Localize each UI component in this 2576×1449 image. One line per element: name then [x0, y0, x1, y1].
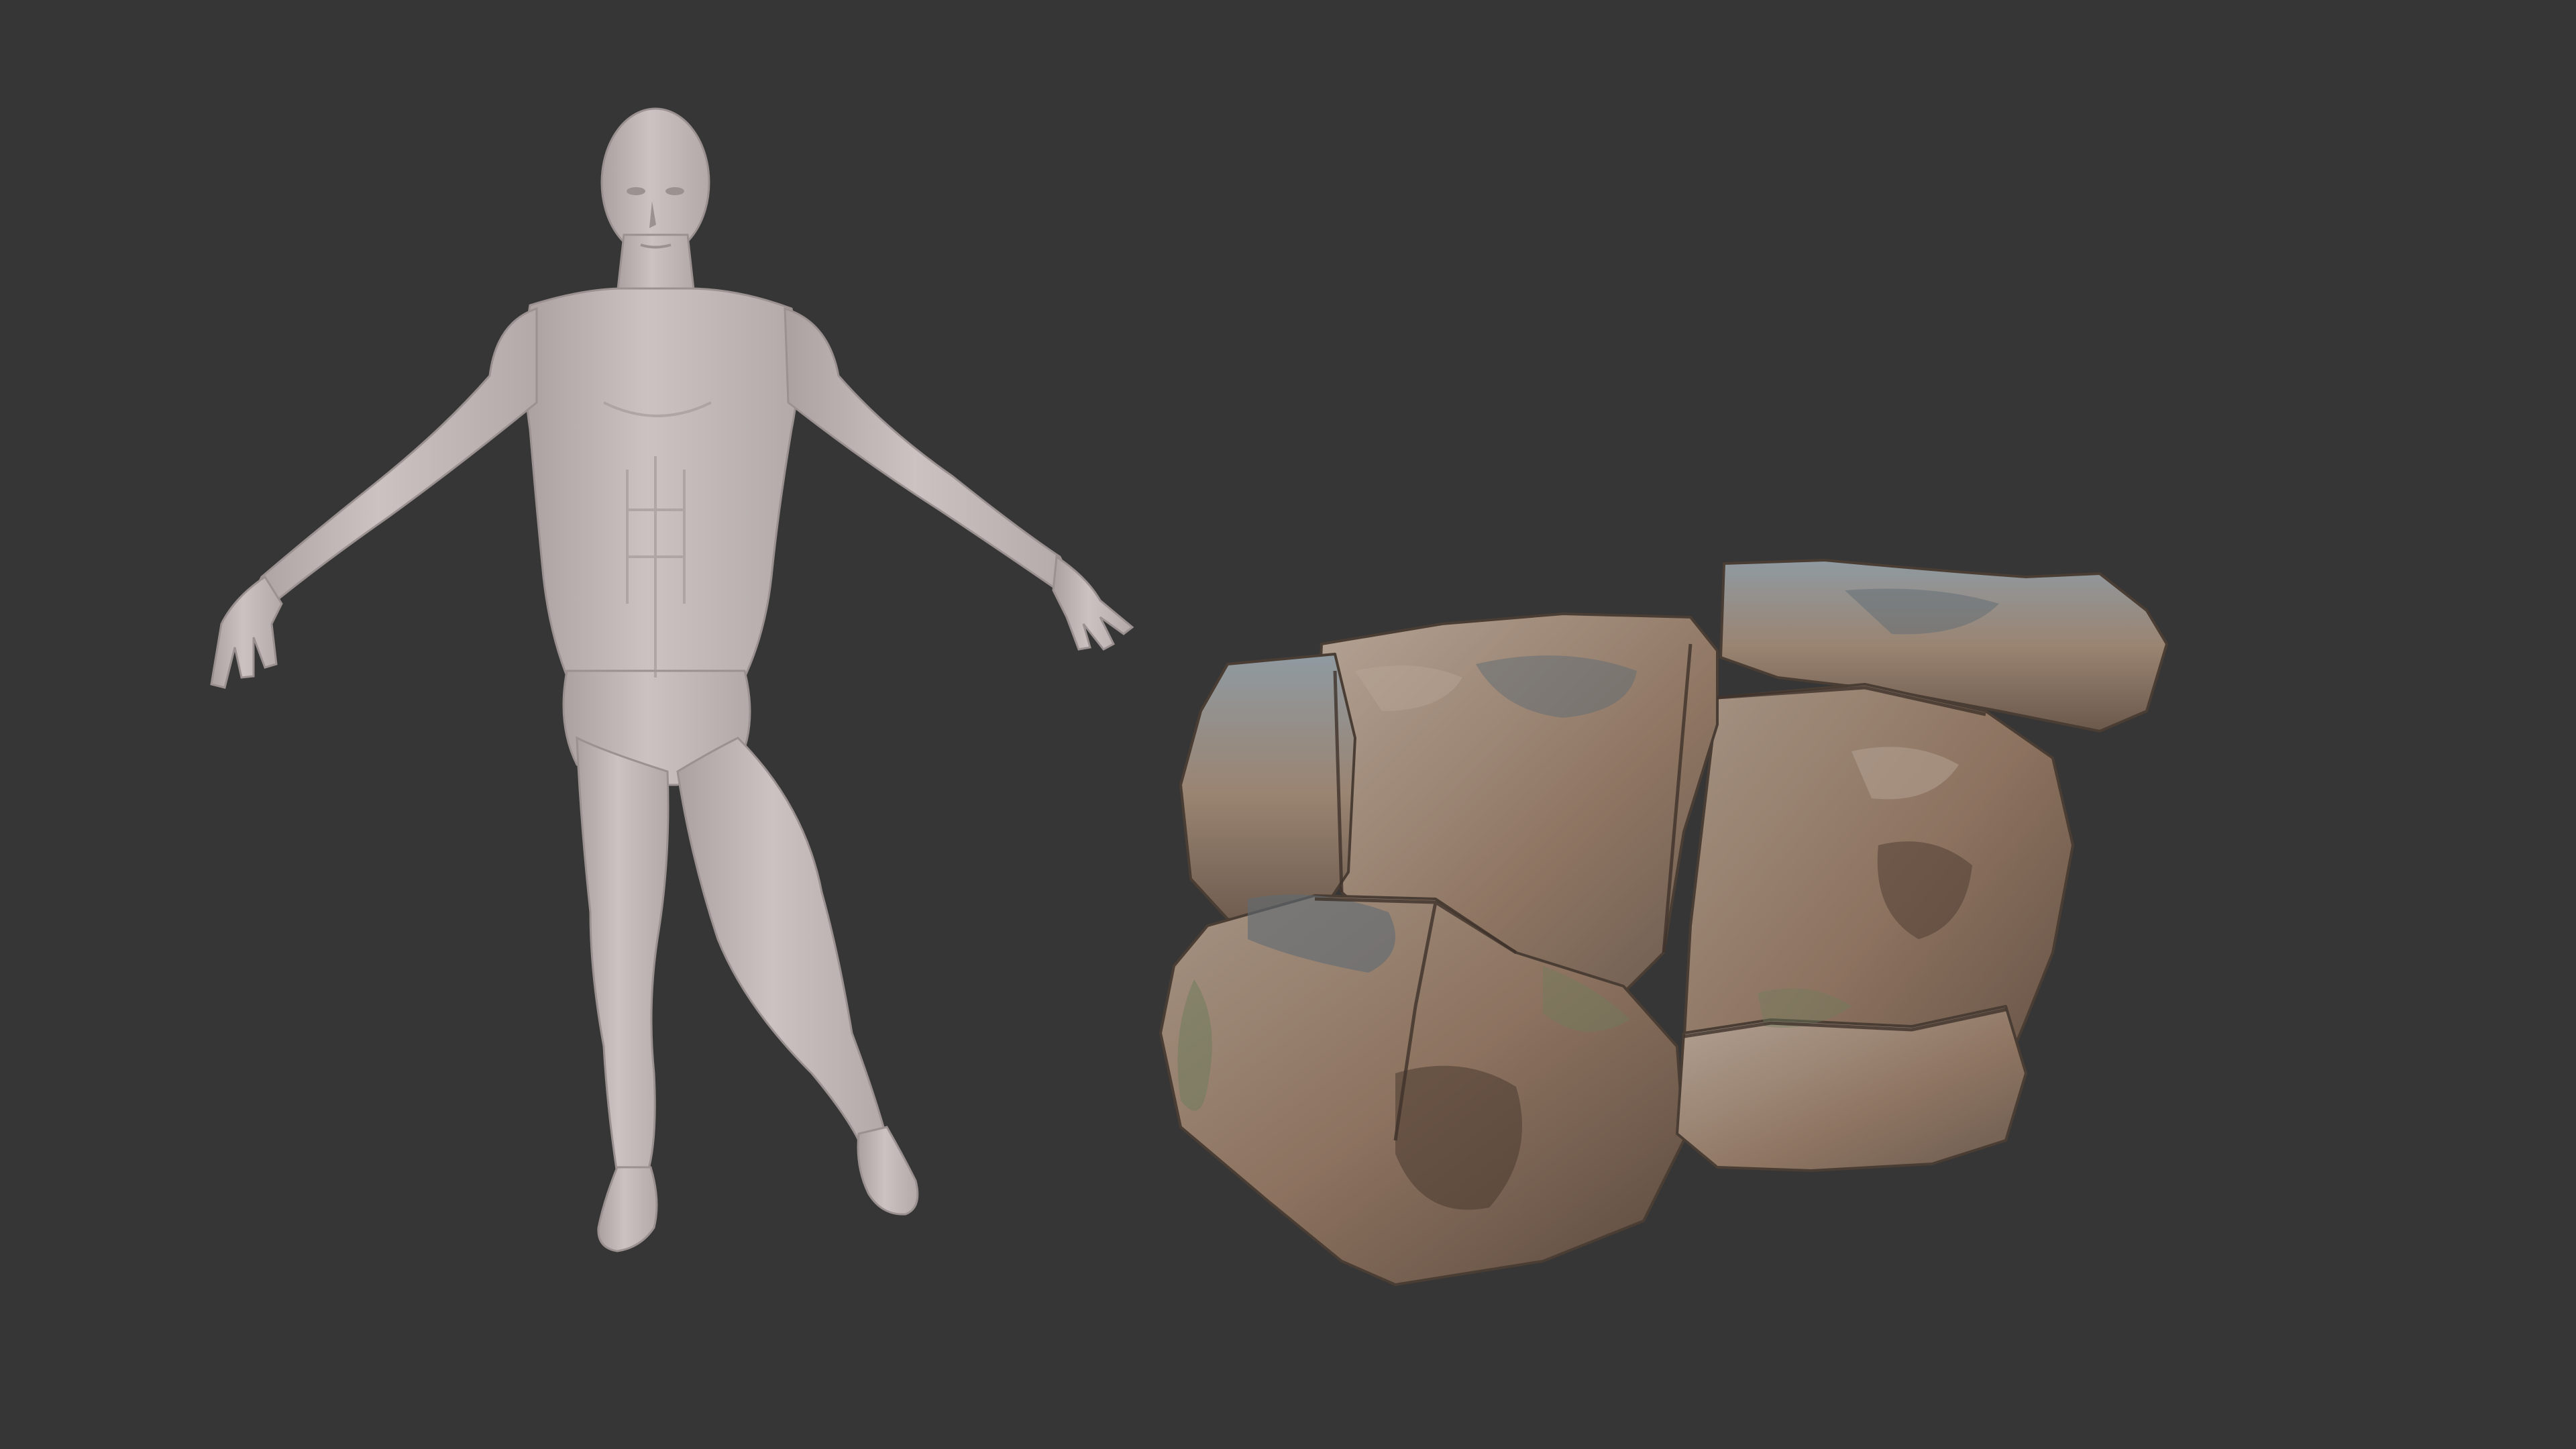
figure-arm-left — [246, 307, 538, 608]
figure-foot-right — [857, 1126, 919, 1216]
figure-foot-left — [597, 1166, 658, 1252]
figure-leg-left — [576, 736, 669, 1175]
scene-canvas[interactable] — [0, 0, 2576, 1449]
rock-block-left — [1179, 653, 1356, 934]
figure-hand-left — [210, 575, 283, 689]
figure-hand-right — [1052, 555, 1134, 651]
human-figure-model[interactable] — [210, 107, 1134, 1252]
figure-neck — [616, 233, 696, 297]
3d-viewport[interactable] — [0, 0, 2576, 1449]
figure-torso — [524, 287, 800, 686]
figure-leg-right — [676, 737, 887, 1142]
figure-arm-right — [784, 307, 1075, 588]
